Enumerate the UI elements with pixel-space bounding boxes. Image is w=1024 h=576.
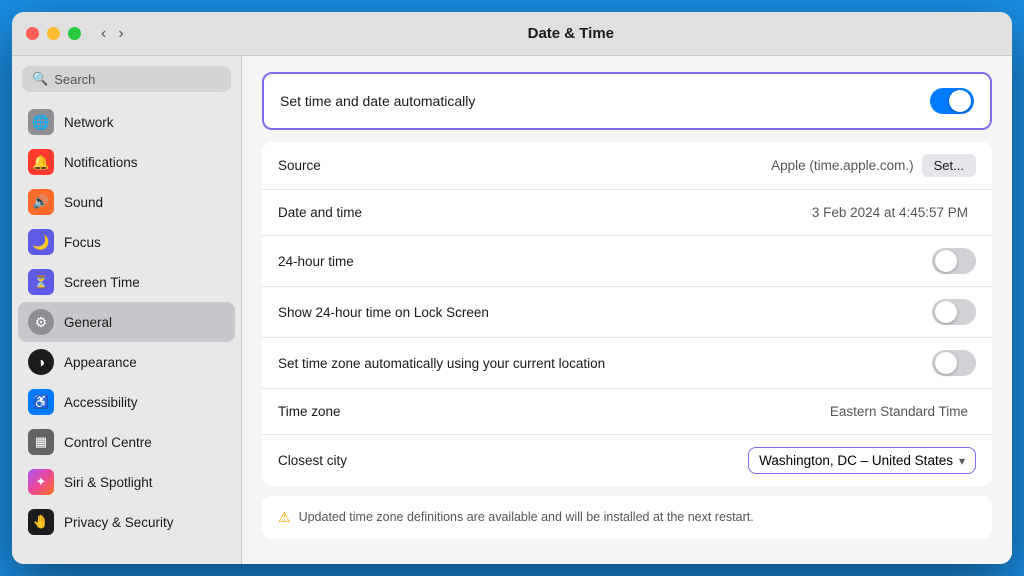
sidebar-item-focus[interactable]: 🌙 Focus	[18, 222, 235, 262]
maximize-button[interactable]	[68, 27, 81, 40]
warning-text: Updated time zone definitions are availa…	[299, 508, 754, 527]
toggle-thumb	[935, 250, 957, 272]
auto-set-section: Set time and date automatically	[262, 72, 992, 130]
general-icon: ⚙	[28, 309, 54, 335]
sidebar-item-network[interactable]: 🌐 Network	[18, 102, 235, 142]
accessibility-icon: ♿	[28, 389, 54, 415]
traffic-lights	[26, 27, 81, 40]
sidebar-item-label: Sound	[64, 195, 103, 210]
back-button[interactable]: ‹	[97, 23, 110, 45]
notifications-icon: 🔔	[28, 149, 54, 175]
close-button[interactable]	[26, 27, 39, 40]
set-button[interactable]: Set...	[922, 154, 976, 177]
toggle-thumb	[935, 352, 957, 374]
sidebar-item-accessibility[interactable]: ♿ Accessibility	[18, 382, 235, 422]
24hour-lockscreen-toggle[interactable]	[932, 299, 976, 325]
datetime-label: Date and time	[278, 205, 812, 220]
sidebar-item-label: Privacy & Security	[64, 515, 174, 530]
toggle-thumb	[935, 301, 957, 323]
network-icon: 🌐	[28, 109, 54, 135]
search-icon: 🔍	[32, 71, 48, 87]
dropdown-value: Washington, DC – United States	[759, 453, 953, 468]
window-title: Date & Time	[144, 25, 998, 42]
warning-icon: ⚠	[278, 509, 291, 526]
sidebar-item-label: Siri & Spotlight	[64, 475, 153, 490]
source-label: Source	[278, 158, 771, 173]
table-row: Source Apple (time.apple.com.) Set...	[262, 142, 992, 190]
sidebar-item-label: Control Centre	[64, 435, 152, 450]
timezone-label: Time zone	[278, 404, 830, 419]
24hour-label: 24-hour time	[278, 254, 932, 269]
timezone-auto-toggle[interactable]	[932, 350, 976, 376]
appearance-icon: ◑	[28, 349, 54, 375]
sidebar-item-privacy[interactable]: 🤚 Privacy & Security	[18, 502, 235, 542]
nav-arrows: ‹ ›	[97, 23, 128, 45]
sidebar-item-siri[interactable]: ✦ Siri & Spotlight	[18, 462, 235, 502]
controlcentre-icon: ▦	[28, 429, 54, 455]
settings-list: Source Apple (time.apple.com.) Set... Da…	[262, 142, 992, 486]
sidebar-item-screentime[interactable]: ⏳ Screen Time	[18, 262, 235, 302]
minimize-button[interactable]	[47, 27, 60, 40]
sidebar-item-notifications[interactable]: 🔔 Notifications	[18, 142, 235, 182]
sidebar-item-general[interactable]: ⚙ General	[18, 302, 235, 342]
sidebar-item-label: General	[64, 315, 112, 330]
sidebar-item-label: Appearance	[64, 355, 137, 370]
screentime-icon: ⏳	[28, 269, 54, 295]
auto-set-toggle[interactable]	[930, 88, 974, 114]
privacy-icon: 🤚	[28, 509, 54, 535]
titlebar: ‹ › Date & Time	[12, 12, 1012, 56]
timezone-value: Eastern Standard Time	[830, 404, 968, 419]
source-value: Apple (time.apple.com.)	[771, 158, 914, 173]
datetime-value: 3 Feb 2024 at 4:45:57 PM	[812, 205, 968, 220]
table-row: Show 24-hour time on Lock Screen	[262, 287, 992, 338]
table-row: Closest city Washington, DC – United Sta…	[262, 435, 992, 486]
sidebar-item-controlcentre[interactable]: ▦ Control Centre	[18, 422, 235, 462]
sidebar-item-label: Notifications	[64, 155, 138, 170]
chevron-down-icon: ▾	[959, 454, 965, 468]
sidebar-list: 🌐 Network 🔔 Notifications 🔊 Sound 🌙 Focu…	[12, 98, 241, 564]
table-row: Time zone Eastern Standard Time	[262, 389, 992, 435]
search-input[interactable]: Search	[54, 72, 221, 87]
sidebar: 🔍 Search 🌐 Network 🔔 Notifications 🔊 Sou…	[12, 56, 242, 564]
siri-icon: ✦	[28, 469, 54, 495]
sidebar-item-label: Focus	[64, 235, 101, 250]
timezone-auto-label: Set time zone automatically using your c…	[278, 356, 932, 371]
content-area: 🔍 Search 🌐 Network 🔔 Notifications 🔊 Sou…	[12, 56, 1012, 564]
focus-icon: 🌙	[28, 229, 54, 255]
toggle-thumb	[949, 90, 971, 112]
24hour-toggle[interactable]	[932, 248, 976, 274]
table-row: Date and time 3 Feb 2024 at 4:45:57 PM	[262, 190, 992, 236]
table-row: 24-hour time	[262, 236, 992, 287]
sidebar-item-label: Screen Time	[64, 275, 140, 290]
closestcity-label: Closest city	[278, 453, 748, 468]
main-panel: Set time and date automatically Source A…	[242, 56, 1012, 564]
table-row: Set time zone automatically using your c…	[262, 338, 992, 389]
24hour-lockscreen-label: Show 24-hour time on Lock Screen	[278, 305, 932, 320]
closest-city-dropdown[interactable]: Washington, DC – United States ▾	[748, 447, 976, 474]
main-window: ‹ › Date & Time 🔍 Search 🌐 Network 🔔 Not…	[12, 12, 1012, 564]
sidebar-item-label: Network	[64, 115, 114, 130]
sidebar-item-appearance[interactable]: ◑ Appearance	[18, 342, 235, 382]
sound-icon: 🔊	[28, 189, 54, 215]
auto-set-label: Set time and date automatically	[280, 93, 930, 109]
sidebar-item-label: Accessibility	[64, 395, 138, 410]
sidebar-item-sound[interactable]: 🔊 Sound	[18, 182, 235, 222]
warning-section: ⚠ Updated time zone definitions are avai…	[262, 496, 992, 539]
forward-button[interactable]: ›	[114, 23, 127, 45]
search-bar[interactable]: 🔍 Search	[22, 66, 231, 92]
